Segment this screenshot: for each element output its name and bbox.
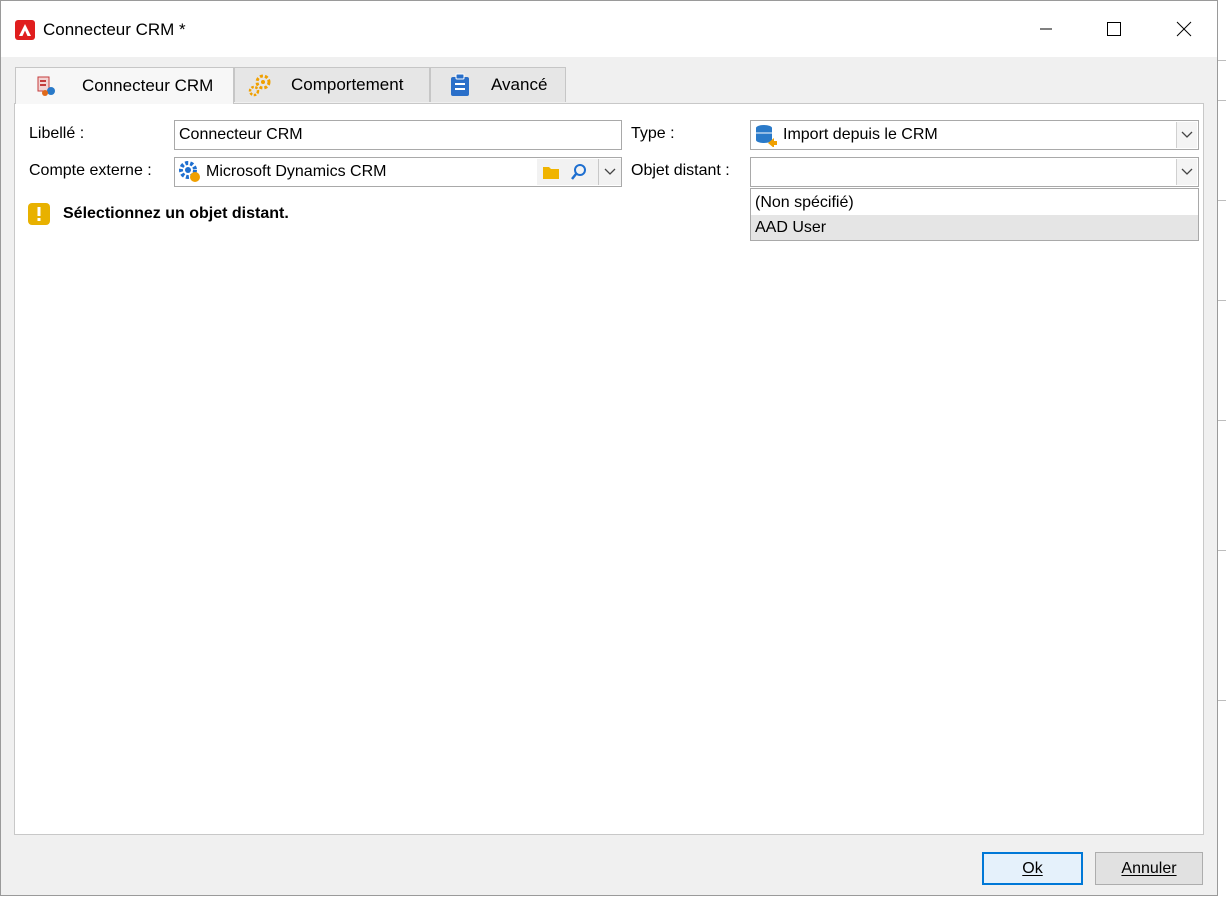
ok-button[interactable]: Ok — [982, 852, 1083, 885]
background-divider — [1218, 700, 1226, 701]
tab-connecteur-crm[interactable]: Connecteur CRM — [15, 67, 234, 104]
close-button[interactable] — [1161, 11, 1207, 47]
type-dropdown-toggle[interactable] — [1176, 122, 1197, 148]
type-value: Import depuis le CRM — [783, 126, 938, 143]
tab-label: Comportement — [291, 75, 404, 94]
chevron-down-icon — [604, 168, 616, 175]
compte-externe-field[interactable]: Microsoft Dynamics CRM — [174, 157, 622, 187]
background-divider — [1218, 60, 1226, 61]
compte-dropdown-toggle[interactable] — [598, 159, 621, 185]
chevron-down-icon — [1181, 131, 1193, 138]
warning-icon — [28, 203, 50, 225]
objet-distant-select[interactable] — [750, 157, 1199, 187]
folder-icon[interactable] — [542, 164, 560, 180]
gears-icon — [248, 74, 271, 97]
warning-text: Sélectionnez un objet distant. — [63, 205, 289, 222]
clipboard-icon — [451, 73, 469, 96]
tab-label: Avancé — [491, 75, 548, 94]
objet-distant-dropdown-list: (Non spécifié) AAD User — [750, 188, 1199, 241]
ok-label: Ok — [1022, 859, 1043, 877]
background-divider — [1218, 300, 1226, 301]
libelle-value: Connecteur CRM — [179, 126, 303, 143]
dialog-window: Connecteur CRM * Connecteur CRM Comporte… — [0, 0, 1218, 896]
maximize-button[interactable] — [1091, 11, 1137, 47]
title-bar[interactable]: Connecteur CRM * — [1, 1, 1217, 57]
option-label: (Non spécifié) — [755, 193, 854, 211]
compte-externe-label: Compte externe : — [29, 162, 152, 179]
dropdown-option-non-specifie[interactable]: (Non spécifié) — [751, 190, 1198, 215]
maximize-icon — [1107, 22, 1121, 36]
type-label: Type : — [631, 125, 675, 142]
warning-message: Sélectionnez un objet distant. — [28, 203, 289, 225]
chevron-down-icon — [1181, 168, 1193, 175]
background-divider — [1218, 420, 1226, 421]
dropdown-option-aad-user[interactable]: AAD User — [751, 215, 1198, 240]
cancel-button[interactable]: Annuler — [1095, 852, 1203, 885]
tab-avance[interactable]: Avancé — [430, 67, 566, 102]
objet-dropdown-toggle[interactable] — [1176, 159, 1197, 185]
compte-externe-value: Microsoft Dynamics CRM — [206, 163, 387, 180]
database-import-icon — [756, 125, 777, 147]
search-icon[interactable] — [570, 163, 588, 181]
libelle-input[interactable]: Connecteur CRM — [174, 120, 622, 150]
background-divider — [1218, 200, 1226, 201]
type-select[interactable]: Import depuis le CRM — [750, 120, 1199, 150]
minimize-button[interactable] — [1023, 11, 1069, 47]
crm-connector-icon — [37, 76, 55, 96]
cancel-label: Annuler — [1121, 859, 1177, 877]
minimize-icon — [1040, 28, 1052, 30]
close-icon — [1176, 21, 1192, 37]
background-divider — [1218, 550, 1226, 551]
adobe-app-icon — [15, 20, 35, 40]
external-account-icon — [179, 161, 200, 182]
background-divider — [1218, 100, 1226, 101]
tab-label: Connecteur CRM — [82, 76, 214, 95]
option-label: AAD User — [755, 218, 827, 236]
background-window-edge — [1218, 0, 1226, 902]
objet-distant-label: Objet distant : — [631, 162, 730, 179]
libelle-label: Libellé : — [29, 125, 85, 142]
tab-comportement[interactable]: Comportement — [234, 67, 430, 102]
window-title: Connecteur CRM * — [43, 20, 186, 39]
